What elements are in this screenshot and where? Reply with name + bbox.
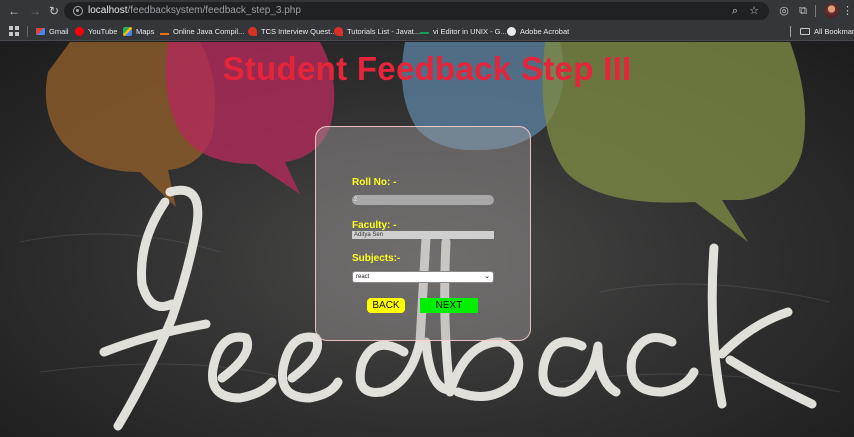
extension-circle-icon[interactable]: ◎ <box>776 3 792 19</box>
bookmark-label: vi Editor in UNIX - G... <box>433 27 507 36</box>
faculty-field[interactable]: Aditya Sen <box>352 231 494 239</box>
all-bookmarks-button[interactable]: All Bookmarks <box>800 25 854 38</box>
next-button[interactable]: NEXT <box>420 298 478 313</box>
javatpoint-icon <box>334 27 343 36</box>
geeksforgeeks-icon <box>420 29 429 34</box>
roll-no-label: Roll No: - <box>352 177 397 188</box>
java-compiler-icon <box>160 29 169 35</box>
toolbar-divider <box>815 5 816 17</box>
page-title: Student Feedback Step III <box>222 50 632 87</box>
bookmark-gmail[interactable]: Gmail <box>36 25 69 38</box>
bookmark-label: Tutorials List - Javat... <box>347 27 421 36</box>
all-bookmarks-label: All Bookmarks <box>814 27 854 36</box>
bookmarks-divider <box>27 26 28 37</box>
faculty-label: Faculty: - <box>352 220 397 231</box>
globe-icon <box>507 27 516 36</box>
profile-avatar[interactable] <box>824 3 839 18</box>
back-arrow-icon[interactable]: ← <box>6 3 22 19</box>
chevron-down-icon: ⌄ <box>484 273 490 280</box>
feedback-form-card: Roll No: - 2 Faculty: - Aditya Sen Subje… <box>315 126 531 341</box>
roll-no-field[interactable]: 2 <box>352 195 494 205</box>
bookmark-tcs-interview[interactable]: TCS Interview Quest... <box>248 25 336 38</box>
bookmark-vi-editor[interactable]: vi Editor in UNIX - G... <box>420 25 507 38</box>
bookmark-label: Adobe Acrobat <box>520 27 570 36</box>
folder-icon <box>800 28 810 35</box>
browser-toolbar: ← → ↻ localhost/feedbacksystem/feedback_… <box>0 0 854 22</box>
bookmark-online-java-compiler[interactable]: Online Java Compil... <box>160 25 244 38</box>
bookmark-maps[interactable]: Maps <box>123 25 154 38</box>
zoom-icon[interactable]: ⌕ <box>728 4 742 18</box>
bookmark-label: Gmail <box>49 27 69 36</box>
subjects-label: Subjects:- <box>352 253 401 264</box>
back-button[interactable]: BACK <box>367 298 405 313</box>
bookmark-label: Online Java Compil... <box>173 27 245 36</box>
site-info-icon[interactable] <box>73 6 83 16</box>
reload-icon[interactable]: ↻ <box>46 3 62 19</box>
url-path: /feedbacksystem/feedback_step_3.php <box>127 5 301 16</box>
bookmark-adobe-acrobat[interactable]: Adobe Acrobat <box>507 25 569 38</box>
bookmark-star-icon[interactable]: ☆ <box>747 4 761 18</box>
address-bar[interactable]: localhost/feedbacksystem/feedback_step_3… <box>64 2 769 20</box>
youtube-icon <box>75 27 84 36</box>
bookmark-youtube[interactable]: YouTube <box>75 25 117 38</box>
subject-selected-value: react <box>356 274 370 280</box>
menu-kebab-icon[interactable]: ⋮ <box>842 3 853 19</box>
bookmark-label: TCS Interview Quest... <box>261 27 337 36</box>
extensions-puzzle-icon[interactable]: ⧉ <box>795 3 811 19</box>
bookmarks-divider <box>790 26 791 37</box>
gmail-icon <box>36 28 45 35</box>
page-viewport: Student Feedback Step III Roll No: - 2 F… <box>0 42 854 437</box>
forward-arrow-icon[interactable]: → <box>27 3 43 19</box>
bookmark-tutorials-list[interactable]: Tutorials List - Javat... <box>334 25 420 38</box>
bookmarks-bar: Gmail YouTube Maps Online Java Compil...… <box>0 22 854 41</box>
subject-select[interactable]: react ⌄ <box>352 271 494 283</box>
maps-icon <box>123 27 132 36</box>
apps-grid-icon[interactable] <box>9 26 19 36</box>
bookmark-label: YouTube <box>88 27 118 36</box>
tcs-icon <box>248 27 257 36</box>
url-host: localhost <box>88 5 128 16</box>
bookmark-label: Maps <box>136 27 155 36</box>
url-text[interactable]: localhost/feedbacksystem/feedback_step_3… <box>88 5 301 16</box>
